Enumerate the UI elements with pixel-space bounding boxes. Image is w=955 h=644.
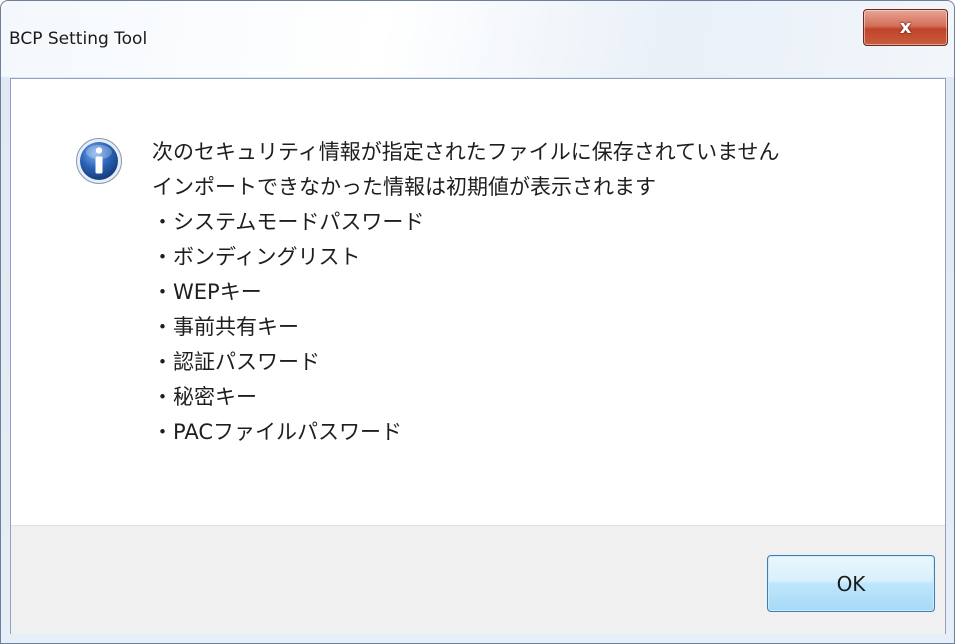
close-button[interactable]: x bbox=[863, 9, 948, 46]
list-item-pre-shared-key: ・事前共有キー bbox=[152, 315, 299, 339]
title-bar[interactable]: BCP Setting Tool x bbox=[1, 1, 954, 77]
dialog-client-area: 次のセキュリティ情報が指定されたファイルに保存されていません インポートできなか… bbox=[10, 78, 946, 634]
button-bar: OK bbox=[11, 525, 945, 634]
list-item-bonding-list: ・ボンディングリスト bbox=[152, 245, 361, 269]
list-item-system-mode-password: ・システムモードパスワード bbox=[152, 210, 425, 234]
message-area: 次のセキュリティ情報が指定されたファイルに保存されていません インポートできなか… bbox=[11, 79, 945, 524]
close-icon: x bbox=[899, 16, 912, 38]
message-line-1: 次のセキュリティ情報が指定されたファイルに保存されていません bbox=[152, 140, 780, 164]
list-item-pac-file-password: ・PACファイルパスワード bbox=[152, 420, 402, 444]
list-item-auth-password: ・認証パスワード bbox=[152, 350, 320, 374]
message-text: 次のセキュリティ情報が指定されたファイルに保存されていません インポートできなか… bbox=[152, 135, 912, 450]
list-item-secret-key: ・秘密キー bbox=[152, 385, 257, 409]
info-icon bbox=[76, 138, 122, 184]
ok-button[interactable]: OK bbox=[767, 555, 935, 612]
dialog-window: BCP Setting Tool x 次のセキュリティ情報が指定されたファイルに… bbox=[0, 0, 955, 644]
window-title: BCP Setting Tool bbox=[9, 29, 148, 49]
list-item-wep-key: ・WEPキー bbox=[152, 280, 262, 304]
message-line-2: インポートできなかった情報は初期値が表示されます bbox=[152, 175, 656, 199]
